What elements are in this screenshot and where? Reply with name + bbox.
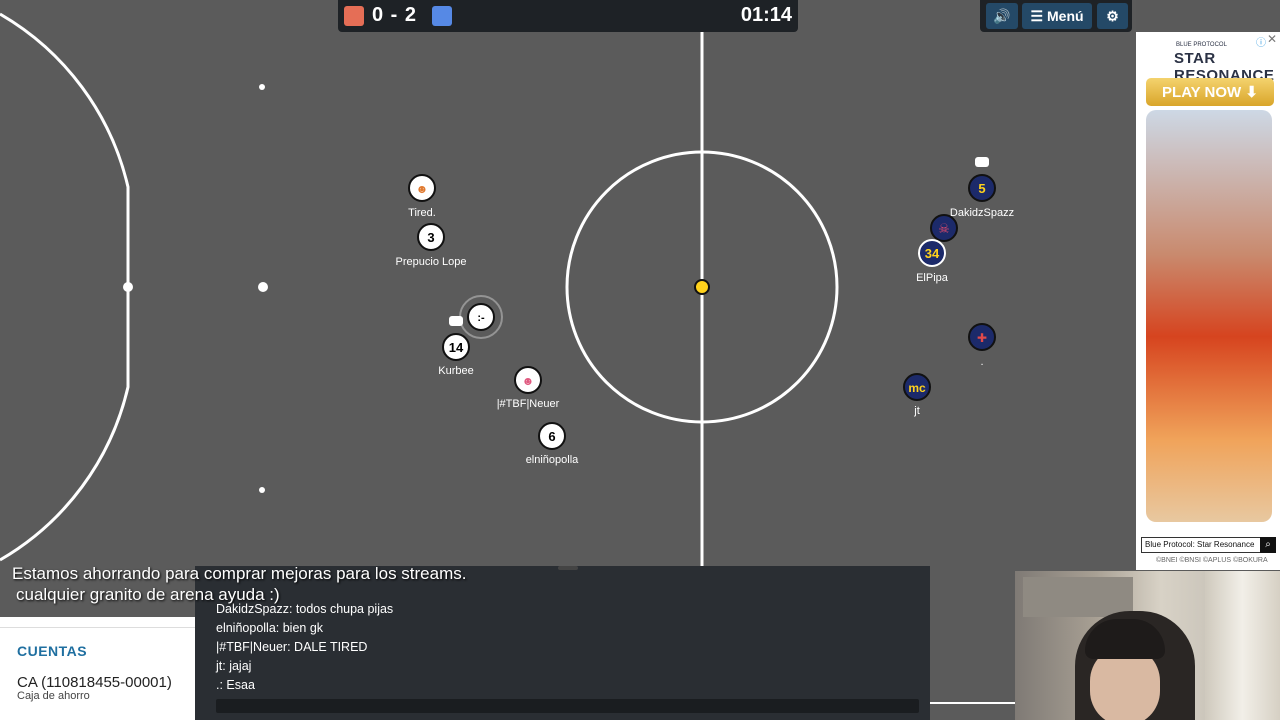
ad-banner[interactable]: ⓘ ✕ BLUE PROTOCOL STAR RESONANCE PLAY NO… [1136, 32, 1280, 570]
top-controls: 🔊 ☰ Menú ⚙ [980, 0, 1132, 32]
player-skull: ☠ [930, 214, 958, 242]
svg-text:☻: ☻ [416, 182, 429, 196]
webcam-curtain [1205, 571, 1280, 720]
webcam-feed [1015, 571, 1280, 720]
player-name: . [980, 356, 983, 368]
sound-button[interactable]: 🔊 [986, 3, 1018, 29]
match-clock: 01:14 [740, 4, 792, 26]
gear-icon: ⚙ [1106, 7, 1119, 24]
player-name: DakidzSpazz [950, 207, 1014, 219]
ad-info-icon[interactable]: ⓘ [1256, 34, 1266, 49]
player-neuer: ☻ |#TBF|Neuer [497, 366, 560, 410]
ad-copyright: ©BNEI ©BNSI ©APLUS ©BOKURA [1156, 557, 1268, 564]
chat-log: DakidzSpazz: todos chupa pijas elniñopol… [216, 600, 393, 695]
overlay-line-2: cualquier granito de arena ayuda :) [16, 585, 280, 604]
search-icon[interactable]: ⌕ [1260, 537, 1276, 553]
ad-play-button[interactable]: PLAY NOW ⬇ [1146, 78, 1274, 106]
menu-button[interactable]: ☰ Menú [1022, 3, 1092, 29]
player-self: :- [459, 295, 503, 339]
penalty-spot [258, 282, 268, 292]
chat-message: .: Esaa [216, 678, 255, 692]
ball [694, 279, 710, 295]
player-prepucio: 3 Prepucio Lope [396, 223, 467, 268]
scoreboard: 0 - 2 01:14 [338, 0, 798, 32]
hamburger-icon: ☰ [1030, 7, 1043, 24]
stream-overlay-text: Estamos ahorrando para comprar mejoras p… [12, 563, 466, 605]
player-avatar: 34 [925, 246, 940, 261]
left-goal-post [123, 282, 133, 292]
flag-icon: ✚ [977, 331, 987, 345]
player-kurbee: 14 Kurbee [438, 316, 474, 377]
player-avatar: 14 [449, 340, 464, 355]
menu-label: Menú [1047, 8, 1084, 24]
chat-bubble-icon [449, 316, 463, 326]
player-avatar: 6 [548, 429, 555, 444]
blue-team-color [432, 6, 452, 26]
chat-message: jt: jajaj [216, 659, 252, 673]
chat-resize-handle[interactable] [558, 566, 578, 570]
webcam-shelf [1023, 577, 1133, 617]
chat-message: elniñopolla: bien gk [216, 621, 324, 635]
player-tired: ☻ Tired. [408, 174, 436, 219]
ad-footer[interactable]: Blue Protocol: Star Resonance [1141, 537, 1267, 553]
red-team-color [344, 6, 364, 26]
player-jt: mc jt [903, 373, 931, 417]
pitch-dot-bottom [259, 487, 265, 493]
player-avatar: :- [477, 312, 485, 324]
bank-title: CUENTAS [17, 643, 88, 659]
player-dot: ✚ . [968, 323, 996, 368]
settings-button[interactable]: ⚙ [1097, 3, 1128, 29]
player-name: elniñopolla [526, 454, 579, 466]
player-avatar: 5 [978, 181, 985, 196]
divider [0, 627, 195, 628]
chat-message: |#TBF|Neuer: DALE TIRED [216, 640, 368, 654]
score: 0 - 2 [372, 4, 418, 26]
player-name: ElPipa [916, 272, 949, 284]
player-avatar: 3 [427, 230, 434, 245]
overlay-line-1: Estamos ahorrando para comprar mejoras p… [12, 564, 467, 583]
speaker-icon: 🔊 [993, 7, 1011, 24]
player-name: jt [913, 405, 920, 417]
pitch-dot-top [259, 84, 265, 90]
player-avatar: mc [908, 381, 926, 395]
ad-small-text: BLUE PROTOCOL [1176, 42, 1227, 48]
bank-widget: CUENTAS CA (110818455-00001) Caja de aho… [0, 617, 195, 720]
chat-input[interactable] [216, 699, 919, 713]
bank-account: CA (110818455-00001) [17, 674, 172, 691]
skull-icon: ☠ [938, 221, 950, 236]
player-name: |#TBF|Neuer [497, 398, 560, 410]
player-elninopolla: 6 elniñopolla [526, 422, 579, 466]
left-penalty-arc [0, 12, 130, 562]
player-elpipa: 34 ElPipa [916, 239, 949, 284]
player-dakidzspazz: 5 DakidzSpazz [950, 157, 1014, 219]
chat-bubble-icon [975, 157, 989, 167]
ad-artwork [1146, 110, 1272, 522]
player-name: Prepucio Lope [396, 256, 467, 268]
player-name: Kurbee [438, 365, 473, 377]
svg-text:☻: ☻ [522, 374, 535, 388]
ad-close-icon[interactable]: ✕ [1267, 32, 1277, 46]
player-name: Tired. [408, 207, 436, 219]
bank-account-type: Caja de ahorro [17, 690, 90, 702]
